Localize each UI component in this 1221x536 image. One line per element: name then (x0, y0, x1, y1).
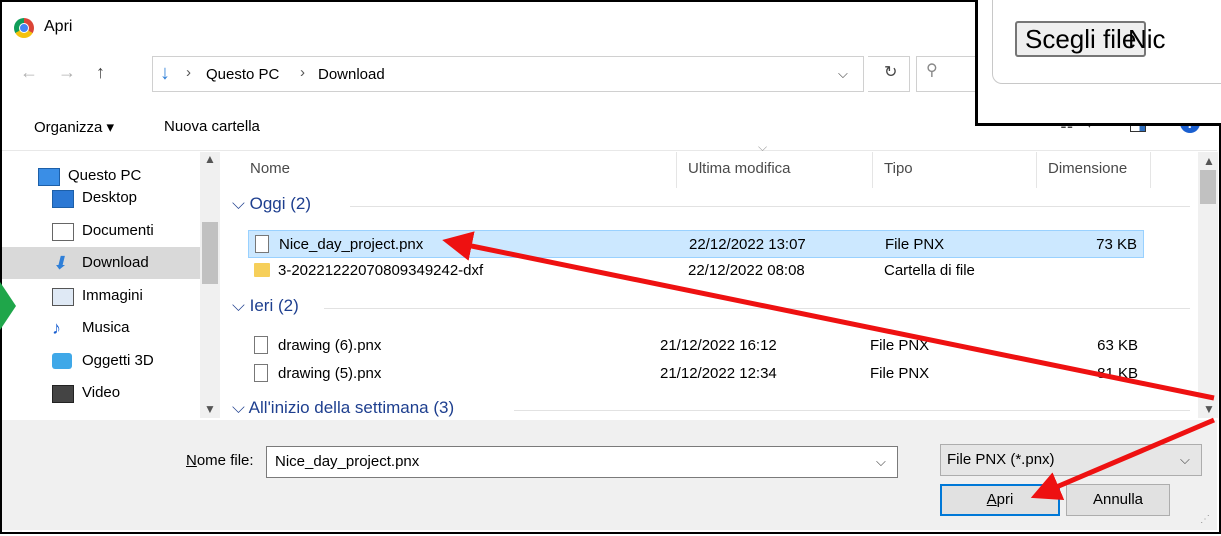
file-type: File PNX (870, 337, 930, 354)
chosen-file-name: Nic (1128, 24, 1166, 54)
file-name: Nice_day_project.pnx (279, 236, 424, 253)
chevron-down-icon[interactable]: ⌵ (1180, 452, 1190, 468)
file-row-nice-day-project[interactable]: Nice_day_project.pnx 22/12/2022 13:07 Fi… (248, 230, 1144, 258)
music-icon: ♪ (52, 318, 61, 338)
file-type: File PNX (885, 236, 945, 253)
column-divider[interactable] (1150, 152, 1151, 188)
file-name: 3-20221222070809349242-dxf (278, 262, 484, 279)
scroll-up-icon[interactable]: ▲ (1203, 154, 1215, 168)
sidebar-item-documenti[interactable]: Documenti (2, 215, 200, 247)
dialog-title: Apri (44, 18, 73, 35)
group-divider (350, 206, 1190, 207)
open-button[interactable]: Apri (940, 484, 1060, 516)
column-header-name[interactable]: Nome (250, 160, 290, 177)
file-type-select[interactable]: File PNX (*.pnx) (940, 444, 1202, 476)
file-modified: 22/12/2022 08:08 (688, 262, 805, 279)
file-modified: 21/12/2022 12:34 (660, 365, 777, 382)
sort-indicator-icon: ⌵ (758, 140, 768, 154)
column-divider[interactable] (676, 152, 677, 188)
file-modified: 22/12/2022 13:07 (689, 236, 806, 253)
sidebar-item-label: Video (82, 384, 121, 401)
sidebar-item-desktop[interactable]: Desktop (2, 182, 200, 214)
file-size: 63 KB (1097, 337, 1138, 354)
navigation-list: Questo PC Desktop Documenti ⬇ Download Immagi… (2, 158, 200, 418)
breadcrumb-separator-icon[interactable]: › (300, 64, 305, 81)
sidebar-item-label: Oggetti 3D (82, 351, 154, 369)
file-name: drawing (5).pnx (278, 365, 382, 382)
file-icon (254, 364, 268, 382)
sidebar-item-download[interactable]: ⬇ Download (2, 247, 200, 279)
column-header-modified[interactable]: Ultima modifica (688, 160, 791, 177)
file-list-scroll-thumb[interactable] (1200, 170, 1216, 204)
cancel-button[interactable]: Annulla (1066, 484, 1170, 516)
column-divider[interactable] (1036, 152, 1037, 188)
chevron-down-icon[interactable]: ⌵ (838, 66, 848, 82)
breadcrumb-download[interactable]: Download (318, 66, 385, 83)
choose-file-button[interactable]: Scegli file (1015, 21, 1147, 57)
navigation-scrollbar[interactable] (200, 152, 220, 418)
column-header-size[interactable]: Dimensione (1048, 160, 1127, 177)
objects-3d-icon (52, 352, 72, 369)
file-icon (254, 336, 268, 354)
documents-icon (52, 222, 74, 241)
sidebar-item-label: Immagini (82, 286, 143, 304)
forward-arrow-icon[interactable]: → (58, 62, 76, 83)
scroll-down-icon[interactable]: ▼ (204, 402, 216, 416)
refresh-icon[interactable]: ↻ (884, 62, 897, 82)
sidebar-item-label: Musica (82, 319, 130, 336)
file-row-drawing-6[interactable]: drawing (6).pnx 21/12/2022 16:12 File PN… (248, 332, 1144, 360)
sidebar-item-label: Desktop (82, 189, 138, 206)
folder-icon (254, 263, 270, 277)
sidebar-item-label: Documenti (82, 221, 154, 239)
sidebar-item-oggetti-3d[interactable]: Oggetti 3D (2, 345, 200, 377)
chrome-icon (14, 18, 34, 38)
chevron-down-icon: ⌵ (232, 194, 250, 213)
scroll-up-icon[interactable]: ▲ (204, 152, 216, 166)
download-location-icon: ↓ (160, 62, 170, 84)
filename-field[interactable]: Nice_day_project.pnx (266, 446, 898, 478)
chevron-down-icon: ⌵ (232, 296, 250, 315)
pictures-icon (52, 287, 74, 306)
column-header-type[interactable]: Tipo (884, 160, 913, 177)
search-input[interactable] (916, 56, 976, 92)
group-header-early-week[interactable]: ⌵ All'inizio della settimana (3) (232, 398, 454, 418)
group-divider (324, 308, 1190, 309)
file-icon (255, 235, 269, 253)
column-divider[interactable] (872, 152, 873, 188)
sidebar-item-musica[interactable]: ♪ Musica (2, 312, 200, 344)
sidebar-item-video[interactable]: Video (2, 377, 200, 409)
up-arrow-icon[interactable]: ↑ (96, 62, 105, 83)
resize-grip-icon[interactable]: ⋰ (1200, 514, 1210, 525)
navigation-scroll-thumb[interactable] (202, 222, 218, 284)
file-type: File PNX (870, 365, 930, 382)
file-size: 73 KB (1096, 236, 1137, 253)
group-divider (514, 410, 1190, 411)
search-icon: ⚲ (926, 62, 938, 79)
sidebar-item-immagini[interactable]: Immagini (2, 280, 200, 312)
filename-label: Nome file: (186, 452, 254, 469)
organize-button[interactable]: Organizza ▾ (34, 118, 114, 136)
file-row-dxf-folder[interactable]: 3-20221222070809349242-dxf 22/12/2022 08… (248, 257, 1144, 285)
back-arrow-icon[interactable]: ← (20, 62, 38, 83)
file-size: 81 KB (1097, 365, 1138, 382)
new-folder-button[interactable]: Nuova cartella (164, 118, 260, 135)
group-header-today[interactable]: ⌵ Oggi (2) (232, 194, 311, 214)
green-marker-arrow (0, 282, 16, 330)
sidebar-item-label: Download (82, 254, 149, 271)
desktop-icon (52, 190, 74, 208)
file-type: Cartella di file (884, 262, 975, 279)
file-modified: 21/12/2022 16:12 (660, 337, 777, 354)
download-icon: ⬇ (52, 253, 68, 273)
video-icon (52, 385, 74, 403)
file-name: drawing (6).pnx (278, 337, 382, 354)
breadcrumb-separator-icon[interactable]: › (186, 64, 191, 81)
group-header-yesterday[interactable]: ⌵ Ieri (2) (232, 296, 299, 316)
scroll-down-icon[interactable]: ▼ (1203, 402, 1215, 416)
breadcrumb-questo-pc[interactable]: Questo PC (206, 66, 279, 83)
file-row-drawing-5[interactable]: drawing (5).pnx 21/12/2022 12:34 File PN… (248, 360, 1144, 388)
chevron-down-icon[interactable]: ⌵ (876, 454, 886, 470)
chevron-down-icon: ⌵ (232, 398, 249, 417)
